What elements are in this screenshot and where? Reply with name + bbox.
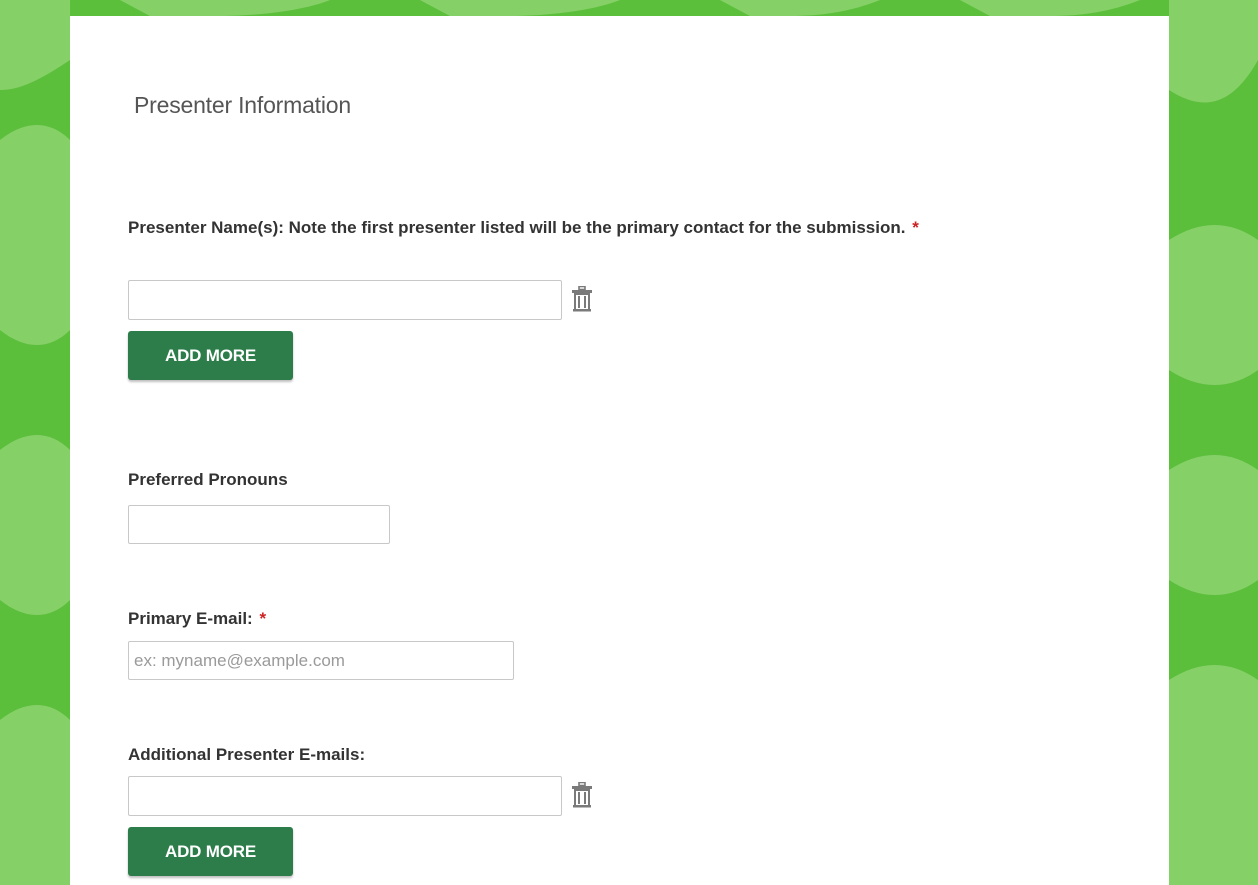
additional-emails-label: Additional Presenter E-mails: — [128, 745, 366, 764]
primary-email-input[interactable] — [128, 641, 514, 680]
trash-icon[interactable] — [571, 286, 593, 312]
required-asterisk: * — [912, 218, 919, 237]
section-title: Presenter Information — [134, 92, 351, 118]
form-card: Presenter Information Presenter Name(s):… — [70, 16, 1169, 885]
add-more-email-button[interactable]: ADD MORE — [128, 827, 293, 876]
additional-email-input[interactable] — [128, 776, 562, 816]
primary-email-label: Primary E-mail: * — [128, 608, 1048, 629]
presenter-name-input[interactable] — [128, 280, 562, 320]
presenter-names-label: Presenter Name(s): Note the first presen… — [128, 217, 1048, 238]
trash-icon[interactable] — [571, 782, 593, 808]
add-more-presenter-button[interactable]: ADD MORE — [128, 331, 293, 380]
pronouns-label: Preferred Pronouns — [128, 470, 288, 489]
pronouns-input[interactable] — [128, 505, 390, 544]
required-asterisk: * — [259, 609, 267, 628]
presenter-names-label-text: Presenter Name(s): Note the first presen… — [128, 218, 906, 237]
primary-email-label-text: Primary E-mail: — [128, 609, 253, 628]
